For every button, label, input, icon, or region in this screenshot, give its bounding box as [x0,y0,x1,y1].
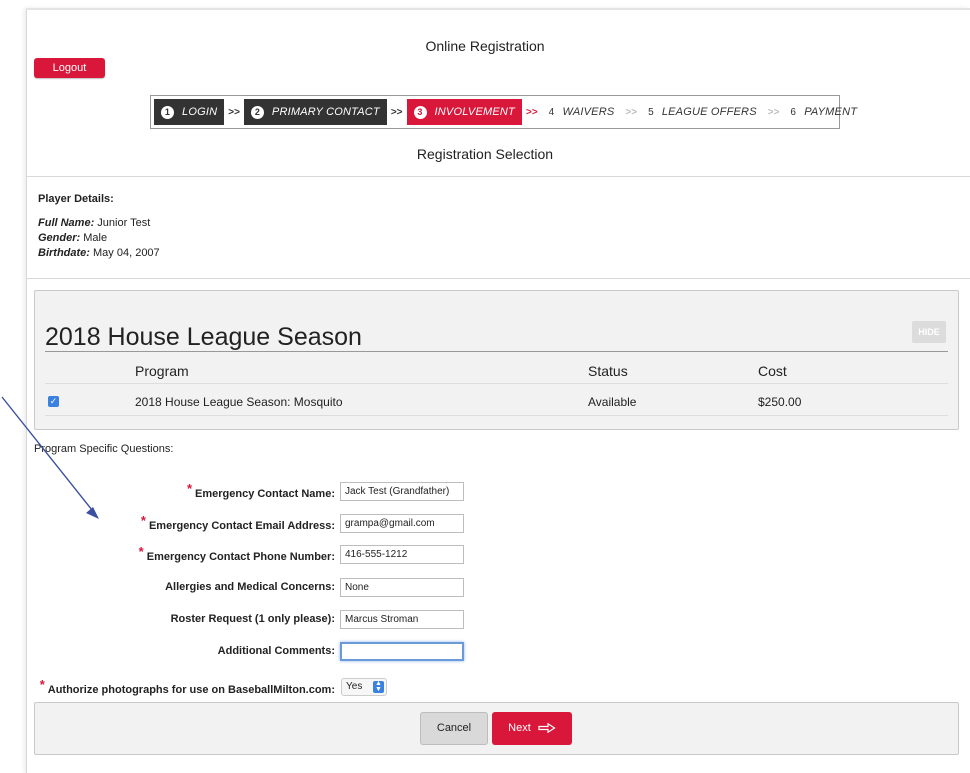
step-number: 5 [648,106,654,118]
gender-value: Male [83,232,108,244]
photos-select[interactable]: Yes ▲ ▼ [341,678,387,696]
column-header-status: Status [588,363,628,379]
table-row-rule [45,415,948,416]
column-header-program: Program [135,363,189,379]
step-number: 2 [250,105,264,119]
question-allergies: Allergies and Medical Concerns: [0,578,335,596]
question-photos: * Authorize photographs for use on Baseba… [0,677,335,696]
question-emergency-phone: * Emergency Contact Phone Number: [0,544,335,563]
hide-button[interactable]: HIDE [912,321,946,343]
required-marker: * [39,677,45,692]
step-separator: >> [767,106,780,118]
step-label: PRIMARY CONTACT [271,106,380,118]
comments-label: Additional Comments: [217,645,335,657]
frame-top-border [26,8,970,10]
section-title: Registration Selection [416,146,554,162]
step-separator: >> [228,106,240,118]
full-name-label: Full Name: [38,217,95,229]
emergency-phone-label: * Emergency Contact Phone Number: [138,544,335,563]
birthdate-label: Birthdate: [38,247,90,259]
comments-field[interactable] [340,642,464,661]
table-row-status: Available [588,395,637,409]
step-label: WAIVERS [562,106,615,118]
step-login[interactable]: 1 LOGIN [154,99,225,125]
roster-label: Roster Request (1 only please): [170,613,335,625]
gender-label: Gender: [38,232,81,244]
question-roster: Roster Request (1 only please): [0,610,335,628]
step-number: 4 [548,106,555,118]
emergency-phone-field[interactable] [340,545,464,564]
step-number: 1 [161,105,174,119]
required-marker: * [186,481,192,496]
annotation-arrow-icon [1,396,99,519]
step-label: LOGIN [182,106,218,118]
step-separator: >> [525,106,538,118]
player-details-heading: Player Details: [38,193,114,205]
birthdate-value: May 04, 2007 [93,247,160,259]
full-name-value: Junior Test [97,217,151,229]
emergency-name-label: * Emergency Contact Name: [186,481,335,500]
allergies-field[interactable] [340,578,464,597]
step-number: 6 [790,106,797,118]
step-number: 3 [413,105,427,119]
question-comments: Additional Comments: [0,642,335,660]
required-marker: * [140,513,146,528]
table-header-rule [45,383,948,384]
cancel-button[interactable]: Cancel [420,712,488,745]
step-payment: 6 PAYMENT [783,99,864,125]
player-gender: Gender: Male [38,231,160,246]
step-label: INVOLVEMENT [434,106,515,118]
emergency-email-label: * Emergency Contact Email Address: [140,513,335,532]
season-panel: 2018 House League Season HIDE Program St… [34,290,959,430]
column-header-cost: Cost [758,363,787,379]
next-button[interactable]: Next [492,712,572,745]
page-title: Online Registration [425,38,545,54]
logout-button[interactable]: Logout [34,58,105,78]
table-row-program: 2018 House League Season: Mosquito [135,395,343,409]
required-marker: * [138,544,144,559]
player-details: Player Details: Full Name: Junior Test G… [38,192,160,261]
step-primary-contact[interactable]: 2 PRIMARY CONTACT [243,99,387,125]
step-separator: >> [625,106,638,118]
season-title: 2018 House League Season [45,323,362,351]
arrow-right-outline-icon [538,722,556,734]
season-title-rule [45,351,948,352]
step-waivers: 4 WAIVERS [542,99,622,125]
step-separator: >> [390,106,403,118]
progress-steps: 1 LOGIN >> 2 PRIMARY CONTACT >> 3 INVOLV… [150,95,857,129]
photos-label: * Authorize photographs for use on Baseba… [39,677,335,696]
step-label: PAYMENT [804,106,858,118]
step-label: LEAGUE OFFERS [661,106,757,118]
divider [26,278,970,279]
next-button-label: Next [508,722,531,734]
table-row-cost: $250.00 [758,395,802,409]
photos-select-value: Yes [346,681,363,692]
player-full-name: Full Name: Junior Test [38,216,160,231]
player-birthdate: Birthdate: May 04, 2007 [38,246,160,261]
roster-field[interactable] [340,610,464,629]
up-down-chevron-icon: ▲ ▼ [373,680,384,693]
emergency-name-field[interactable] [340,482,464,501]
allergies-label: Allergies and Medical Concerns: [165,581,335,593]
step-involvement[interactable]: 3 INVOLVEMENT [406,99,522,125]
divider [26,176,970,177]
step-league-offers: 5 LEAGUE OFFERS [641,99,764,125]
emergency-email-field[interactable] [340,514,464,533]
